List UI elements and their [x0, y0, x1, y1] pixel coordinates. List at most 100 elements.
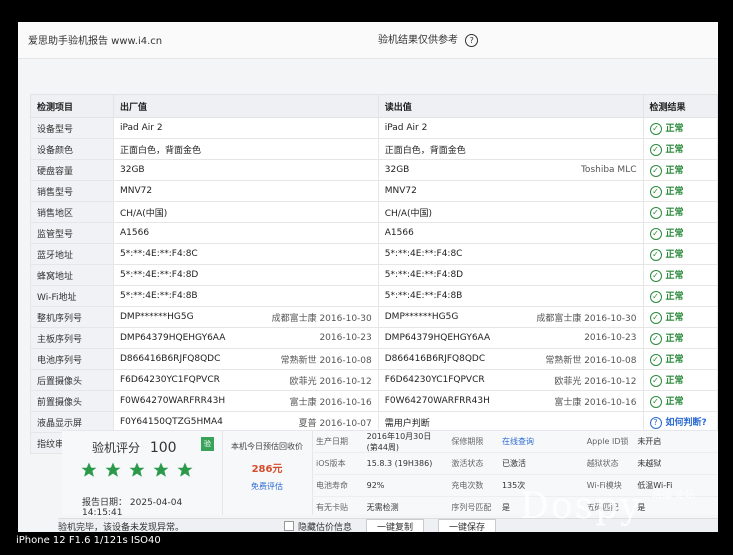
row-read: D866416B6RJFQ8QDC 常熟新世 2016-10-08 [377, 348, 644, 370]
question-icon[interactable]: ? [465, 34, 479, 47]
info-key: iOS版本 [316, 459, 346, 468]
row-read: A1566 [377, 222, 644, 244]
factory-cell: iPad Air 2 [120, 123, 372, 133]
copy-button[interactable]: 一键复制 [366, 518, 425, 532]
check-icon: ✓ [649, 165, 662, 177]
result-text: 正常 [665, 124, 684, 134]
info-key: 激活状态 [451, 459, 484, 468]
read-value: 需用户判断 [384, 418, 430, 429]
info-key: Apple ID锁 [586, 437, 629, 446]
row-factory: DMP******HG5G 成都富士康 2016-10-30 [113, 306, 379, 328]
read-value: iPad Air 2 [384, 123, 428, 133]
device-info: 生产日期 2016年10月30日 (第44周) 保修期限 在线查询 Apple ID锁未… [312, 431, 718, 519]
table-row: 设备型号 iPad Air 2 iPad Air 2 ✓ 正常 [30, 117, 718, 139]
star-rating [80, 461, 200, 483]
table-row: 前置摄像头 F0W64270WARFRR43H 富士康 2016-10-16 F0W6… [30, 390, 718, 412]
result-text: 正常 [665, 208, 684, 218]
result-text: 正常 [665, 271, 684, 281]
read-cell: DMP64379HQEHGY6AA 2016-10-23 [385, 333, 637, 343]
row-result: ✓正常 [642, 285, 718, 307]
factory-value: 5*:**:4E:**:F4:8D [120, 270, 199, 280]
check-icon: ✓ [649, 375, 662, 387]
info-value: 已激活 [501, 459, 526, 468]
row-item: 整机序列号 [30, 306, 114, 328]
factory-note: 2016-10-23 [319, 333, 372, 343]
row-item: 设备颜色 [30, 138, 114, 160]
info-key: 充电次数 [451, 481, 484, 490]
result-text: 正常 [665, 229, 684, 239]
price-value: 286元 [251, 464, 283, 475]
row-factory: CH/A(中国) [113, 201, 379, 223]
read-cell: F0W64270WARFRR43H 富士康 2016-10-16 [385, 395, 637, 408]
score-value: 100 [149, 440, 177, 456]
price-label: 本机今日预估回收价 [231, 442, 303, 451]
row-result: ✓正常 [642, 138, 718, 160]
table-row: 蜂窝地址 5*:**:4E:**:F4:8D 5*:**:4E:**:F4:8D ✓ 正… [30, 264, 718, 286]
row-read: 32GB Toshiba MLC [377, 159, 644, 181]
read-value: 5*:**:4E:**:F4:8C [384, 249, 463, 259]
check-icon: ✓ [649, 312, 662, 324]
row-factory: F0W64270WARFRR43H 富士康 2016-10-16 [113, 390, 379, 412]
watermark: Dospy [520, 486, 643, 527]
row-result: ✓正常 [642, 180, 718, 202]
hide-price-checkbox[interactable] [284, 521, 295, 531]
verify-badge: 验 [201, 437, 214, 451]
check-icon: ✓ [649, 228, 662, 240]
factory-value: F6D64230YC1FQPVCR [120, 375, 220, 385]
read-cell: F6D64230YC1FQPVCR 欧菲光 2016-10-12 [385, 374, 637, 387]
score-label: 验机评分 [92, 441, 141, 455]
info-key: 越狱状态 [586, 459, 619, 468]
star-icon [81, 462, 97, 477]
star-icon [129, 462, 145, 477]
row-read: 5*:**:4E:**:F4:8B [377, 285, 644, 307]
watermark-small: 塔逗 论坛 [652, 490, 696, 501]
check-icon: ✓ [649, 270, 662, 282]
check-icon: ✓ [649, 396, 662, 408]
free-eval-link[interactable]: 免费评估 [222, 481, 312, 492]
read-value: MNV72 [384, 186, 417, 196]
info-row: iOS版本 15.8.3 (19H386) 激活状态 已激活 越狱状态 未越狱 [312, 453, 718, 475]
star-icon [177, 462, 193, 477]
info-value: 未越狱 [637, 459, 662, 468]
check-table: 检测项目 出厂值 读出值 检测结果 设备型号 iPad Air 2 iPad Air… [30, 94, 718, 454]
factory-cell: F0W64270WARFRR43H 富士康 2016-10-16 [120, 395, 372, 408]
star-icon [153, 462, 169, 477]
row-read: iPad Air 2 [377, 117, 644, 139]
check-icon: ✓ [649, 333, 662, 345]
result-text: 正常 [665, 250, 684, 260]
info-value: 是 [637, 503, 646, 512]
info-value[interactable]: 在线查询 [498, 436, 583, 447]
read-value: D866416B6RJFQ8QDC [384, 354, 486, 364]
row-result: ✓正常 [642, 369, 718, 391]
factory-cell: A1566 [120, 228, 372, 238]
row-read: DMP64379HQEHGY6AA 2016-10-23 [377, 327, 644, 349]
row-result: ✓正常 [642, 243, 718, 265]
result-text: 正常 [665, 376, 684, 386]
col-header-read: 读出值 [377, 94, 644, 118]
star-icon [105, 462, 121, 477]
info-key: 有无卡贴 [316, 503, 348, 512]
info-key: 保修期限 [451, 437, 484, 446]
row-item: 蜂窝地址 [30, 264, 114, 286]
row-read: 5*:**:4E:**:F4:8D [377, 264, 644, 286]
read-value: 32GB [384, 165, 410, 175]
read-cell: 正面白色，背面金色 [385, 143, 637, 156]
factory-value: iPad Air 2 [120, 123, 163, 133]
read-note: 富士康 2016-10-16 [554, 397, 637, 408]
factory-cell: 32GB [120, 165, 372, 175]
save-button[interactable]: 一键保存 [438, 518, 497, 532]
table-row: 整机序列号 DMP******HG5G 成都富士康 2016-10-30 DMP***… [30, 306, 718, 328]
result-text: 正常 [665, 145, 684, 155]
table-row: 硬盘容量 32GB 32GB Toshiba MLC ✓ 正常 [30, 159, 718, 181]
app-title: 爱思助手验机报告 www.i4.cn [28, 36, 163, 47]
row-factory: A1566 [113, 222, 379, 244]
row-item: 设备型号 [30, 117, 114, 139]
read-cell: DMP******HG5G 成都富士康 2016-10-30 [385, 311, 637, 324]
factory-cell: F0Y64150QTZG5HMA4 夏普 2016-10-07 [120, 416, 372, 429]
camera-caption: iPhone 12 F1.6 1/121s ISO40 [16, 535, 161, 546]
factory-value: F0W64270WARFRR43H [120, 396, 226, 406]
read-cell: 32GB Toshiba MLC [385, 165, 637, 175]
factory-value: 32GB [120, 165, 145, 175]
row-item: 蓝牙地址 [30, 243, 114, 265]
factory-cell: CH/A(中国) [120, 206, 372, 219]
